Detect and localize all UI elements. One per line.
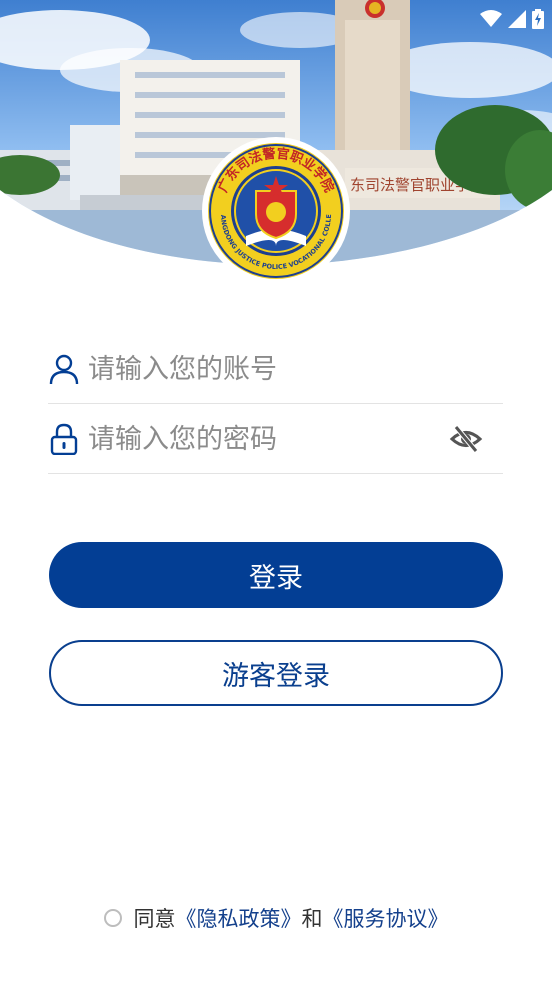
agreement-row: 同意 《隐私政策》 和 《服务协议》 <box>0 900 552 936</box>
agreement-conjunction: 和 <box>301 907 323 931</box>
guest-login-button[interactable]: 游客登录 <box>49 640 503 706</box>
battery-charging-icon <box>532 9 544 29</box>
service-agreement-link[interactable]: 《服务协议》 <box>323 903 449 933</box>
account-input[interactable] <box>88 349 503 389</box>
cellular-signal-icon <box>508 10 526 28</box>
status-bar <box>480 6 544 32</box>
password-input[interactable] <box>88 419 449 459</box>
agreement-radio[interactable] <box>103 909 122 927</box>
user-icon <box>48 353 80 385</box>
eye-off-icon[interactable] <box>449 422 483 456</box>
privacy-policy-link[interactable]: 《隐私政策》 <box>176 903 302 933</box>
password-field <box>48 405 503 474</box>
agreement-prefix: 同意 <box>133 907 176 931</box>
wifi-icon <box>480 10 502 28</box>
login-button[interactable]: 登录 <box>49 542 503 608</box>
account-field <box>48 335 503 404</box>
lock-icon <box>48 423 80 455</box>
college-logo: 广东司法警官职业学院 GUANGDONG JUSTICE POLICE VOCA… <box>198 130 351 286</box>
